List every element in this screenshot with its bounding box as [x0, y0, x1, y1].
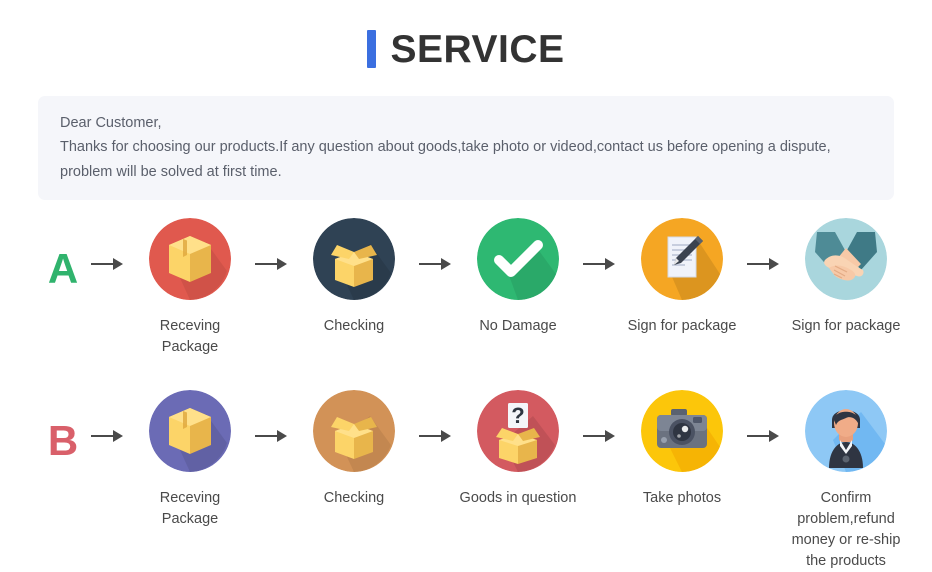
notice-line-2: problem will be solved at first time.	[60, 163, 282, 180]
box-question-icon: ?	[477, 390, 559, 473]
step-label: Receving Package	[159, 318, 221, 356]
arrow-icon	[414, 218, 458, 310]
arrow-icon	[250, 390, 294, 482]
svg-text:?: ?	[511, 403, 524, 428]
flow-step: Confirm problem,refund money or re-ship …	[786, 390, 906, 572]
step-label: Goods in question	[459, 490, 577, 507]
flow-step: Checking	[294, 390, 414, 509]
flow-row-b: B Receving Package Checking ? Goods in q…	[0, 390, 932, 572]
step-label: Sign for package	[627, 318, 737, 335]
flow-step: Take photos	[622, 390, 742, 509]
closed-box-icon	[149, 390, 231, 473]
flow-letter-a: A	[47, 245, 79, 293]
arrow-icon	[742, 218, 786, 310]
page-title: SERVICE	[0, 22, 932, 76]
notice-line-1: Thanks for choosing our products.If any …	[60, 139, 831, 156]
handshake-icon	[805, 218, 887, 301]
open-box-icon	[313, 390, 395, 473]
step-label: Receving Package	[159, 490, 221, 528]
step-label: Checking	[323, 490, 385, 507]
arrow-icon	[86, 390, 130, 482]
camera-icon	[641, 390, 723, 473]
step-label: Sign for package	[791, 318, 901, 335]
step-label: No Damage	[479, 318, 557, 335]
arrow-icon	[578, 218, 622, 310]
support-agent-icon	[805, 390, 887, 473]
flow-row-a: A Receving Package Checking No Damage Si…	[0, 218, 932, 358]
notice-greeting: Dear Customer,	[60, 115, 162, 131]
arrow-icon	[250, 218, 294, 310]
step-label: Take photos	[642, 490, 722, 507]
flow-step: No Damage	[458, 218, 578, 337]
title-accent-bar	[367, 30, 377, 68]
flow-step: ? Goods in question	[458, 390, 578, 509]
arrow-icon	[742, 390, 786, 482]
title-text: SERVICE	[390, 27, 565, 71]
check-mark-icon	[477, 218, 559, 301]
customer-notice: Dear Customer, Thanks for choosing our p…	[38, 96, 894, 201]
closed-box-icon	[149, 218, 231, 301]
flow-step: Sign for package	[622, 218, 742, 337]
step-label: Confirm problem,refund money or re-ship …	[791, 490, 901, 570]
document-pen-icon	[641, 218, 723, 301]
open-box-icon	[313, 218, 395, 301]
arrow-icon	[86, 218, 130, 310]
flow-step: Checking	[294, 218, 414, 337]
arrow-icon	[578, 390, 622, 482]
flow-letter-b: B	[47, 417, 79, 465]
arrow-icon	[414, 390, 458, 482]
step-label: Checking	[323, 318, 385, 335]
flow-step: Receving Package	[130, 390, 250, 530]
flow-step: Sign for package	[786, 218, 906, 337]
flow-step: Receving Package	[130, 218, 250, 358]
